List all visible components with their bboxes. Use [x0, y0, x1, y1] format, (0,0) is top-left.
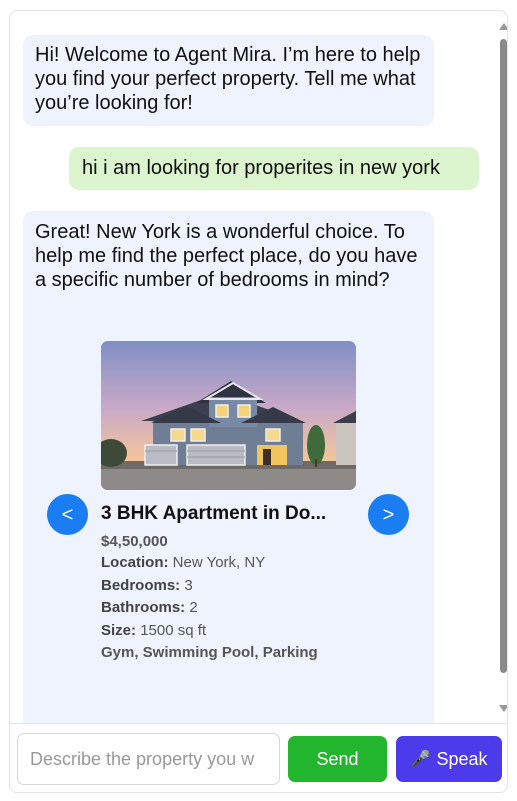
- microphone-icon: 🎤: [410, 751, 431, 768]
- property-card[interactable]: 3 BHK Apartment in Do... $4,50,000 Locat…: [101, 341, 356, 665]
- speak-button[interactable]: 🎤 Speak: [396, 736, 502, 782]
- location-value: New York, NY: [172, 554, 266, 571]
- bot-message: Great! New York is a wonderful choice. T…: [23, 211, 434, 723]
- property-bathrooms: Bathrooms: 2: [101, 597, 356, 620]
- property-location: Location: New York, NY: [101, 552, 356, 575]
- message-text: Great! New York is a wonderful choice. T…: [35, 221, 418, 291]
- property-image: [101, 341, 356, 490]
- scroll-up-arrow-icon[interactable]: [499, 23, 507, 30]
- scroll-down-arrow-icon[interactable]: [499, 705, 507, 712]
- bathrooms-value: 2: [189, 599, 198, 616]
- bathrooms-label: Bathrooms:: [101, 599, 186, 616]
- chat-window: Hi! Welcome to Agent Mira. I’m here to h…: [9, 10, 508, 793]
- user-message: hi i am looking for properites in new yo…: [69, 147, 479, 190]
- property-price: $4,50,000: [101, 533, 168, 550]
- property-amenities: Gym, Swimming Pool, Parking: [101, 644, 318, 661]
- size-label: Size:: [101, 621, 137, 639]
- property-size: Size: 1500 sq ft: [101, 620, 356, 643]
- message-text: hi i am looking for properites in new yo…: [82, 157, 440, 179]
- bot-message: Hi! Welcome to Agent Mira. I’m here to h…: [23, 35, 434, 126]
- property-bedrooms: Bedrooms: 3: [101, 575, 356, 598]
- composer-bar: Send 🎤 Speak: [10, 723, 507, 792]
- property-title: 3 BHK Apartment in Do...: [101, 503, 327, 524]
- speak-label: Speak: [436, 748, 488, 769]
- carousel-prev-button[interactable]: <: [47, 494, 88, 535]
- bedrooms-value: 3: [184, 576, 193, 594]
- bedrooms-label: Bedrooms:: [101, 576, 181, 594]
- location-label: Location:: [101, 554, 169, 571]
- size-value: 1500 sq ft: [140, 621, 207, 639]
- scrollbar-thumb[interactable]: [500, 39, 507, 673]
- message-input[interactable]: [17, 733, 280, 785]
- chat-scrollbar[interactable]: [498, 11, 507, 723]
- send-button[interactable]: Send: [288, 736, 387, 782]
- carousel-next-button[interactable]: >: [368, 494, 409, 535]
- message-list: Hi! Welcome to Agent Mira. I’m here to h…: [10, 11, 498, 723]
- message-text: Hi! Welcome to Agent Mira. I’m here to h…: [35, 44, 421, 114]
